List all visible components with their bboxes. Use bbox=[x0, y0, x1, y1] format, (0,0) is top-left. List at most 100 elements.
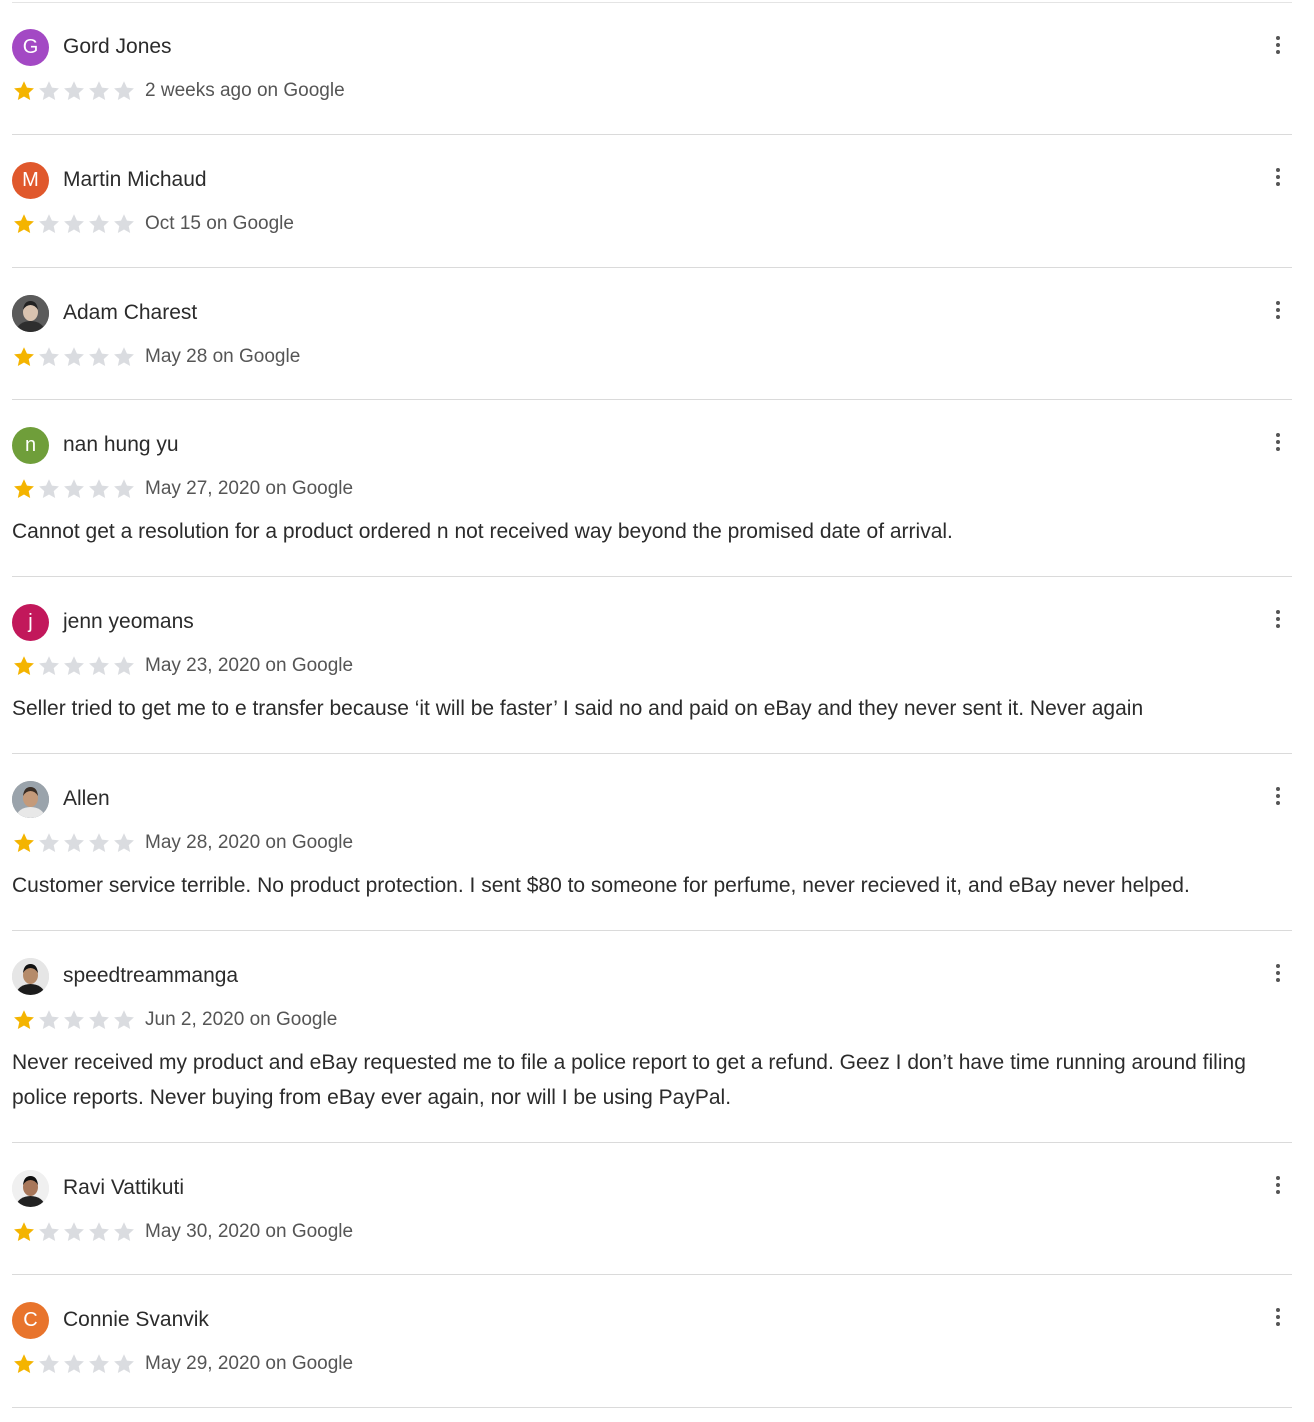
star-empty-icon bbox=[64, 214, 84, 233]
review-date: Oct 15 on Google bbox=[145, 213, 294, 234]
review-date: May 28 on Google bbox=[145, 346, 301, 367]
review-item: C Connie Svanvik May 29, 2020 on Google bbox=[12, 1275, 1292, 1408]
star-empty-icon bbox=[114, 347, 134, 366]
review-item: Allen May 28, 2020 on Google Customer serv… bbox=[12, 754, 1292, 931]
review-meta: May 23, 2020 on Google bbox=[12, 653, 353, 679]
star-empty-icon bbox=[114, 1354, 134, 1373]
star-rating bbox=[12, 212, 136, 236]
star-empty-icon bbox=[114, 1010, 134, 1029]
review-meta: May 28 on Google bbox=[12, 344, 300, 370]
avatar[interactable]: n bbox=[12, 427, 49, 464]
more-options-icon[interactable] bbox=[1268, 959, 1288, 987]
avatar[interactable]: C bbox=[12, 1302, 49, 1339]
more-options-icon[interactable] bbox=[1268, 428, 1288, 456]
avatar-initial: C bbox=[23, 1309, 38, 1331]
review-date: May 29, 2020 on Google bbox=[145, 1353, 354, 1374]
star-empty-icon bbox=[39, 1222, 59, 1241]
star-empty-icon bbox=[64, 347, 84, 366]
reviewer-name[interactable]: Martin Michaud bbox=[63, 168, 207, 192]
star-filled-icon bbox=[14, 479, 34, 498]
star-empty-icon bbox=[39, 656, 59, 675]
star-empty-icon bbox=[64, 833, 84, 852]
avatar[interactable]: M bbox=[12, 162, 49, 199]
star-empty-icon bbox=[39, 214, 59, 233]
avatar-initial: n bbox=[24, 434, 37, 456]
review-date: 2 weeks ago on Google bbox=[145, 80, 345, 101]
reviewer-name[interactable]: Ravi Vattikuti bbox=[63, 1176, 184, 1200]
star-empty-icon bbox=[89, 214, 109, 233]
more-options-icon[interactable] bbox=[1268, 782, 1288, 810]
review-item: Adam Charest May 28 on Google bbox=[12, 268, 1292, 400]
star-empty-icon bbox=[89, 479, 109, 498]
star-rating bbox=[12, 477, 136, 501]
star-empty-icon bbox=[114, 479, 134, 498]
more-options-icon[interactable] bbox=[1268, 605, 1288, 633]
star-filled-icon bbox=[14, 81, 34, 100]
star-empty-icon bbox=[114, 214, 134, 233]
avatar-initial: M bbox=[22, 169, 39, 191]
star-empty-icon bbox=[64, 1010, 84, 1029]
avatar[interactable] bbox=[12, 958, 49, 995]
more-options-icon[interactable] bbox=[1268, 31, 1288, 59]
star-rating bbox=[12, 831, 136, 855]
review-item: Ravi Vattikuti May 30, 2020 on Google bbox=[12, 1143, 1292, 1275]
star-empty-icon bbox=[114, 1222, 134, 1241]
star-rating bbox=[12, 345, 136, 369]
review-text: Never received my product and eBay reque… bbox=[12, 1051, 1246, 1109]
star-empty-icon bbox=[64, 1222, 84, 1241]
reviewer-name[interactable]: Allen bbox=[63, 787, 110, 811]
star-empty-icon bbox=[114, 656, 134, 675]
reviewer-name[interactable]: Gord Jones bbox=[63, 35, 172, 59]
star-empty-icon bbox=[64, 81, 84, 100]
avatar[interactable] bbox=[12, 1170, 49, 1207]
reviewer-name[interactable]: nan hung yu bbox=[63, 433, 179, 457]
more-options-icon[interactable] bbox=[1268, 1171, 1288, 1199]
star-empty-icon bbox=[89, 1222, 109, 1241]
star-empty-icon bbox=[89, 1010, 109, 1029]
star-empty-icon bbox=[39, 1010, 59, 1029]
star-empty-icon bbox=[39, 347, 59, 366]
avatar[interactable] bbox=[12, 781, 49, 818]
more-options-icon[interactable] bbox=[1268, 163, 1288, 191]
review-date: May 27, 2020 on Google bbox=[145, 478, 354, 499]
star-filled-icon bbox=[14, 656, 34, 675]
star-rating bbox=[12, 1352, 136, 1376]
avatar[interactable]: j bbox=[12, 604, 49, 641]
star-filled-icon bbox=[14, 833, 34, 852]
review-meta: Jun 2, 2020 on Google bbox=[12, 1007, 337, 1033]
star-empty-icon bbox=[89, 656, 109, 675]
review-meta: 2 weeks ago on Google bbox=[12, 78, 345, 104]
review-date: May 28, 2020 on Google bbox=[145, 832, 354, 853]
review-date: May 30, 2020 on Google bbox=[145, 1221, 354, 1242]
review-text: Seller tried to get me to e transfer bec… bbox=[12, 697, 1144, 720]
reviewer-name[interactable]: jenn yeomans bbox=[63, 610, 194, 634]
star-empty-icon bbox=[39, 479, 59, 498]
star-empty-icon bbox=[89, 833, 109, 852]
star-rating bbox=[12, 654, 136, 678]
star-filled-icon bbox=[14, 1222, 34, 1241]
star-empty-icon bbox=[39, 81, 59, 100]
review-meta: May 30, 2020 on Google bbox=[12, 1219, 353, 1245]
reviewer-name[interactable]: Adam Charest bbox=[63, 301, 197, 325]
review-meta: May 29, 2020 on Google bbox=[12, 1351, 353, 1377]
star-empty-icon bbox=[89, 81, 109, 100]
avatar[interactable] bbox=[12, 295, 49, 332]
avatar[interactable]: G bbox=[12, 29, 49, 66]
reviewer-name[interactable]: speedtreammanga bbox=[63, 964, 238, 988]
avatar-initial: j bbox=[28, 611, 33, 633]
more-options-icon[interactable] bbox=[1268, 1303, 1288, 1331]
review-item: G Gord Jones 2 weeks ago on Google bbox=[12, 3, 1292, 135]
review-meta: May 27, 2020 on Google bbox=[12, 476, 353, 502]
more-options-icon[interactable] bbox=[1268, 296, 1288, 324]
review-item: speedtreammanga Jun 2, 2020 on Google Neve… bbox=[12, 931, 1292, 1143]
star-empty-icon bbox=[39, 1354, 59, 1373]
review-item: n nan hung yu May 27, 2020 on Google Cannot… bbox=[12, 400, 1292, 577]
review-meta: Oct 15 on Google bbox=[12, 211, 294, 237]
star-empty-icon bbox=[89, 1354, 109, 1373]
star-empty-icon bbox=[64, 479, 84, 498]
reviewer-name[interactable]: Connie Svanvik bbox=[63, 1308, 209, 1332]
star-filled-icon bbox=[14, 1354, 34, 1373]
star-empty-icon bbox=[64, 1354, 84, 1373]
star-rating bbox=[12, 79, 136, 103]
star-empty-icon bbox=[114, 833, 134, 852]
